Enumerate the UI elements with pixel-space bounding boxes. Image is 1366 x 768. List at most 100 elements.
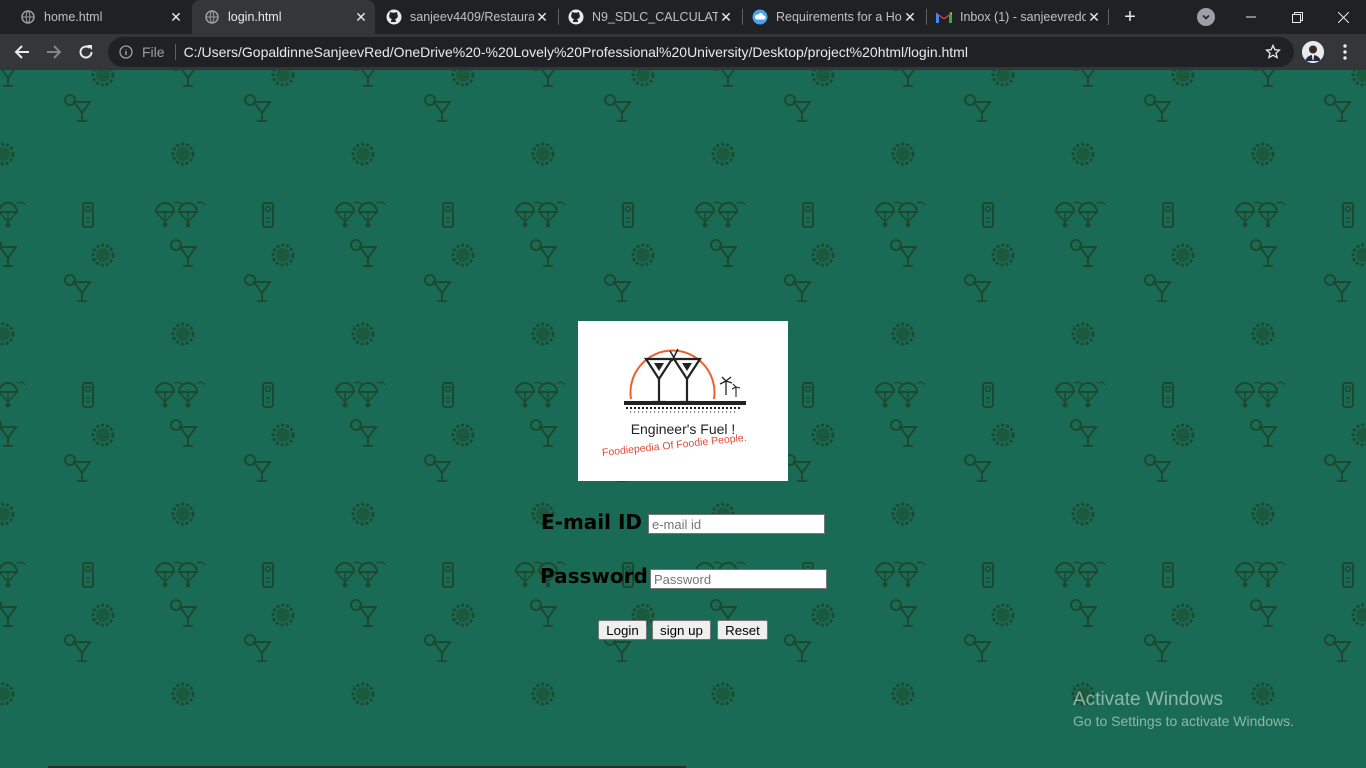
cocktail-glass-icon xyxy=(64,454,92,482)
reload-button[interactable] xyxy=(74,40,98,64)
login-button[interactable]: Login xyxy=(598,620,647,640)
door-tag-icon xyxy=(262,202,274,228)
chevron-down-icon xyxy=(1202,14,1210,20)
cocktail-glass-icon xyxy=(1070,239,1098,267)
close-tab-icon[interactable]: ✕ xyxy=(353,9,369,25)
sun-icon xyxy=(0,682,15,706)
info-icon[interactable] xyxy=(118,44,134,60)
sun-icon xyxy=(811,70,835,87)
parachute-icon xyxy=(1234,201,1263,228)
parachute-icon xyxy=(334,561,363,588)
tab-home[interactable]: home.html ✕ xyxy=(0,0,190,34)
parachute-icon xyxy=(357,201,386,228)
login-page: Engineer's Fuel ! Foodiepedia Of Foodie … xyxy=(0,70,1366,768)
parachute-icon xyxy=(1257,561,1286,588)
sun-icon xyxy=(891,142,915,166)
cocktail-glass-icon xyxy=(530,599,558,627)
sun-icon xyxy=(91,423,115,447)
sun-icon xyxy=(451,423,475,447)
close-tab-icon[interactable]: ✕ xyxy=(718,9,734,25)
parachute-icon xyxy=(537,381,566,408)
parachute-icon xyxy=(334,201,363,228)
parachute-icon xyxy=(154,201,183,228)
arrow-right-icon xyxy=(47,45,62,59)
url-text[interactable]: C:/Users/GopaldinneSanjeevRed/OneDrive%2… xyxy=(184,44,968,60)
cocktail-glass-icon xyxy=(604,274,632,302)
door-tag-icon xyxy=(622,202,634,228)
cocktail-glass-icon xyxy=(784,634,812,662)
signup-button[interactable]: sign up xyxy=(652,620,711,640)
cocktail-glass-icon xyxy=(784,94,812,122)
tab-search-button[interactable] xyxy=(1197,8,1215,26)
address-bar[interactable]: File C:/Users/GopaldinneSanjeevRed/OneDr… xyxy=(108,37,1294,67)
cocktail-glass-icon xyxy=(712,70,736,87)
back-button[interactable] xyxy=(10,40,34,64)
email-label: E-mail ID xyxy=(541,510,643,534)
cocktail-glass-icon xyxy=(892,70,916,87)
parachute-icon xyxy=(154,561,183,588)
sun-icon xyxy=(531,682,555,706)
sun-icon xyxy=(351,502,375,526)
tab-gmail-inbox[interactable]: Inbox (1) - sanjeevredd ✕ xyxy=(926,0,1108,34)
parachute-icon xyxy=(694,201,723,228)
cocktail-glass-icon xyxy=(1144,634,1172,662)
sun-icon xyxy=(171,322,195,346)
close-tab-icon[interactable]: ✕ xyxy=(534,9,550,25)
password-input[interactable] xyxy=(650,569,827,589)
minimize-button[interactable] xyxy=(1228,0,1274,34)
forward-button[interactable] xyxy=(42,40,66,64)
sun-icon xyxy=(1251,142,1275,166)
cocktail-glass-icon xyxy=(64,274,92,302)
parachute-icon xyxy=(357,561,386,588)
bookmark-star-icon[interactable] xyxy=(1264,43,1282,61)
close-tab-icon[interactable]: ✕ xyxy=(1086,9,1102,25)
cocktail-glass-icon xyxy=(784,454,812,482)
cocktail-glass-icon xyxy=(352,70,376,87)
reload-icon xyxy=(79,45,93,59)
watermark-subtitle: Go to Settings to activate Windows. xyxy=(1073,713,1294,729)
sun-icon xyxy=(351,142,375,166)
cocktail-glass-icon xyxy=(1324,274,1352,302)
cocktail-glass-icon xyxy=(64,94,92,122)
globe-icon xyxy=(204,9,220,25)
reset-button[interactable]: Reset xyxy=(717,620,768,640)
tab-title: Requirements for a Ho xyxy=(776,10,902,24)
tab-title: Inbox (1) - sanjeevredd xyxy=(960,10,1086,24)
cocktail-glass-icon xyxy=(350,239,378,267)
cocktail-glass-icon xyxy=(350,419,378,447)
parachute-icon xyxy=(1077,381,1106,408)
email-input[interactable] xyxy=(648,514,825,534)
cocktail-glass-icon xyxy=(424,94,452,122)
sun-icon xyxy=(0,322,15,346)
door-tag-icon xyxy=(442,562,454,588)
sun-icon xyxy=(891,502,915,526)
restore-button[interactable] xyxy=(1274,0,1320,34)
profile-avatar[interactable] xyxy=(1302,41,1324,63)
tab-requirements[interactable]: Requirements for a Ho ✕ xyxy=(742,0,924,34)
cocktail-glass-icon xyxy=(530,419,558,447)
more-vert-icon xyxy=(1343,44,1347,60)
parachute-icon xyxy=(1077,201,1106,228)
sun-icon xyxy=(451,243,475,267)
tab-title: home.html xyxy=(44,10,103,24)
sun-icon xyxy=(891,322,915,346)
tab-github-sdlc[interactable]: N9_SDLC_CALCULATOR ✕ xyxy=(558,0,740,34)
tab-login[interactable]: login.html ✕ xyxy=(192,0,375,34)
parachute-icon xyxy=(177,201,206,228)
tab-github-restaurant[interactable]: sanjeev4409/Restaurant ✕ xyxy=(376,0,556,34)
cocktail-glass-icon xyxy=(424,634,452,662)
sun-icon xyxy=(451,603,475,627)
sun-icon xyxy=(991,243,1015,267)
close-tab-icon[interactable]: ✕ xyxy=(168,9,184,25)
parachute-icon xyxy=(514,201,543,228)
door-tag-icon xyxy=(982,382,994,408)
new-tab-button[interactable]: + xyxy=(1118,5,1142,29)
parachute-icon xyxy=(0,381,26,408)
parachute-icon xyxy=(1077,561,1106,588)
close-tab-icon[interactable]: ✕ xyxy=(902,9,918,25)
browser-menu-button[interactable] xyxy=(1334,41,1356,63)
close-window-button[interactable] xyxy=(1320,0,1366,34)
globe-icon xyxy=(20,9,36,25)
cocktail-glass-icon xyxy=(0,240,18,267)
divider xyxy=(174,44,176,60)
